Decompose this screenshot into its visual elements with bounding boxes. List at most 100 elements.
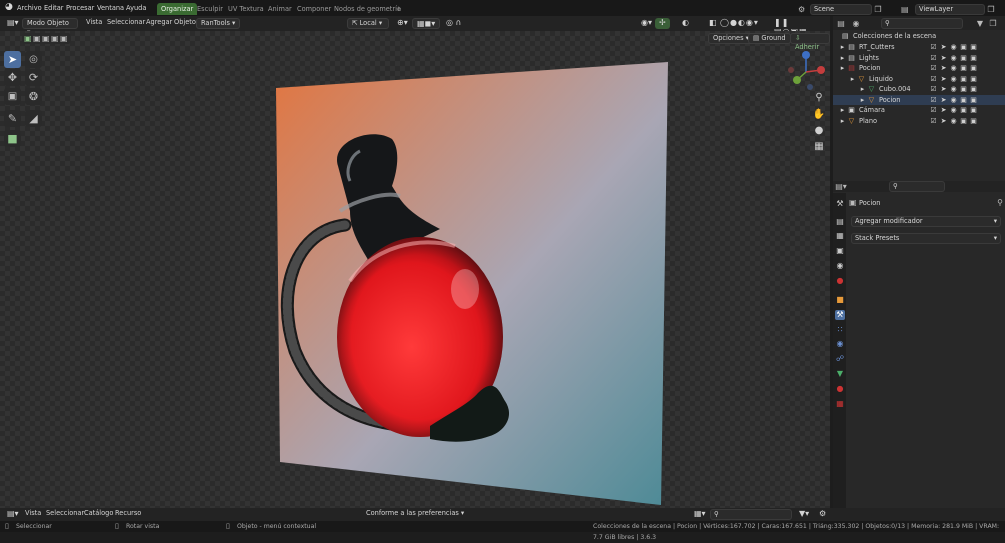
pin-icon[interactable]: ⚲	[997, 198, 1003, 207]
render-engine-icons[interactable]: ❚❚ ▤○▣▦	[770, 18, 830, 36]
transform-icon[interactable]: ❂	[25, 88, 42, 105]
mode-dropdown[interactable]: Modo Objeto ▾	[22, 18, 78, 36]
navigation-gizmo[interactable]	[784, 51, 828, 95]
add-workspace-button[interactable]: +	[392, 3, 406, 15]
view-layer-tab-icon[interactable]: ▣	[835, 246, 845, 256]
annotate-icon[interactable]: ✎	[4, 110, 21, 127]
select-toggle-icon[interactable]: ➤	[940, 74, 947, 84]
perspective-toggle-icon[interactable]: ▦	[812, 140, 826, 154]
rantools-dropdown[interactable]: RanTools ▾	[196, 18, 241, 29]
new-collection-icon[interactable]: ❐	[987, 19, 999, 28]
menu-ventana[interactable]: Ventana	[95, 3, 126, 14]
measure-icon[interactable]: ◢	[25, 110, 42, 127]
render-toggle-icon[interactable]: ▣	[970, 42, 977, 52]
select-intersect-icon[interactable]: ▣	[60, 34, 69, 43]
world-tab-icon[interactable]: ●	[835, 276, 845, 286]
expand-arrow-icon[interactable]: ▸	[849, 74, 856, 84]
select-toggle-icon[interactable]: ➤	[940, 95, 947, 105]
constraints-tab-icon[interactable]: ☍	[835, 354, 845, 364]
output-tab-icon[interactable]: ▦	[835, 231, 845, 241]
tab-esculpir[interactable]: Esculpir	[193, 3, 227, 15]
gizmo-toggle-icon[interactable]: ✢	[655, 18, 670, 29]
add-cube-icon[interactable]: ■	[4, 130, 21, 147]
menu-editar[interactable]: Editar	[42, 3, 66, 14]
eye-icon[interactable]: ◉	[950, 53, 957, 63]
render-toggle-icon[interactable]: ▣	[970, 105, 977, 115]
menu-archivo[interactable]: Archivo	[15, 3, 44, 14]
eye-icon[interactable]: ◉	[950, 95, 957, 105]
blender-logo-icon[interactable]: ◕	[3, 2, 15, 13]
display-toggle-icon[interactable]: ▦▾	[690, 509, 710, 520]
physics-tab-icon[interactable]: ◉	[835, 339, 845, 349]
checkbox-icon[interactable]: ☑	[930, 74, 937, 84]
asset-settings-icon[interactable]: ⚙	[815, 509, 830, 520]
modifier-tab-icon[interactable]: ⚒	[835, 310, 845, 320]
checkbox-icon[interactable]: ☑	[930, 84, 937, 94]
viewport-toggle-icon[interactable]: ▣	[960, 116, 967, 126]
proportional-edit-icon[interactable]: ◎ ∩	[442, 18, 465, 29]
data-tab-icon[interactable]: ▼	[835, 369, 845, 379]
zoom-icon[interactable]: ⚲	[812, 91, 826, 105]
tab-organizar[interactable]: Organizar	[157, 3, 198, 15]
render-toggle-icon[interactable]: ▣	[970, 53, 977, 63]
select-mode-buttons[interactable]: ▣ ▣ ▣ ▣ ▣	[22, 33, 71, 44]
display-mode-icon[interactable]: ◉	[849, 19, 863, 28]
expand-arrow-icon[interactable]: ▸	[839, 63, 846, 73]
particles-tab-icon[interactable]: ∷	[835, 325, 845, 335]
select-box-icon[interactable]: ➤	[4, 51, 21, 68]
tab-uv-textura[interactable]: UV Textura	[224, 3, 268, 15]
3d-viewport[interactable]: ➤ ◎ ✥ ⟳ ▣ ❂ ✎ ◢ ■ ⚲ ✋ ● ▦ ▣ ▣ ▣ ▣ ▣ Opci…	[0, 31, 830, 508]
material-tab-icon[interactable]: ●	[835, 384, 845, 394]
render-toggle-icon[interactable]: ▣	[970, 63, 977, 73]
viewport-toggle-icon[interactable]: ▣	[960, 42, 967, 52]
select-invert-icon[interactable]: ▣	[51, 34, 60, 43]
render-toggle-icon[interactable]: ▣	[970, 95, 977, 105]
checkbox-icon[interactable]: ☑	[930, 42, 937, 52]
outliner-search-input[interactable]: ⚲	[881, 17, 963, 29]
checkbox-icon[interactable]: ☑	[930, 53, 937, 63]
menu-procesar[interactable]: Procesar	[64, 3, 96, 14]
scene-selector[interactable]: ⚙ Scene ❐	[798, 3, 884, 15]
checkbox-icon[interactable]: ☑	[930, 95, 937, 105]
viewport-toggle-icon[interactable]: ▣	[960, 53, 967, 63]
eye-icon[interactable]: ◉	[950, 63, 957, 73]
viewport-toggle-icon[interactable]: ▣	[960, 84, 967, 94]
view-layer-selector[interactable]: ▤ ViewLayer ❐	[901, 3, 997, 15]
shading-mode-icons[interactable]: ◯●◐◉▾	[716, 18, 763, 29]
viewport-toggle-icon[interactable]: ▣	[960, 105, 967, 115]
outliner-row[interactable]: ▸ ▣ Cámara ☑ ➤ ◉ ▣ ▣	[833, 105, 1005, 116]
ground-button[interactable]: ▤ Ground	[748, 33, 791, 44]
expand-arrow-icon[interactable]: ▸	[859, 84, 866, 94]
expand-arrow-icon[interactable]: ▸	[839, 42, 846, 52]
scene-name-field[interactable]: Scene	[810, 3, 872, 15]
menu-ayuda[interactable]: Ayuda	[124, 3, 148, 14]
stack-presets-dropdown[interactable]: Stack Presets ▾	[851, 233, 1001, 244]
camera-view-icon[interactable]: ●	[812, 124, 826, 138]
bottom-menu-recurso[interactable]: Recurso	[111, 509, 145, 520]
viewport-toggle-icon[interactable]: ▣	[960, 95, 967, 105]
outliner-row[interactable]: ▸ ▤ RT_Cutters ☑ ➤ ◉ ▣ ▣	[833, 42, 1005, 53]
eye-icon[interactable]: ◉	[950, 42, 957, 52]
pivot-icon[interactable]: ⊕▾	[393, 18, 412, 29]
select-toggle-icon[interactable]: ➤	[940, 116, 947, 126]
outliner-scene-collection[interactable]: ▤ Colecciones de la escena	[833, 31, 1005, 42]
select-new-icon[interactable]: ▣	[24, 34, 33, 43]
properties-search-input[interactable]: ⚲	[889, 181, 945, 192]
viewport-toggle-icon[interactable]: ▣	[960, 74, 967, 84]
add-modifier-dropdown[interactable]: Agregar modificador ▾	[851, 216, 1001, 227]
copy-scene-icon[interactable]: ❐	[872, 5, 884, 14]
tab-animar[interactable]: Animar	[264, 3, 296, 15]
expand-arrow-icon[interactable]: ▸	[859, 95, 866, 105]
outliner-row[interactable]: ▸ ▽ Pocion ☑ ➤ ◉ ▣ ▣	[833, 94, 1005, 105]
overlay-toggle-icon[interactable]: ◐	[678, 18, 693, 29]
outliner-row[interactable]: ▸ ▽ Plano ☑ ➤ ◉ ▣ ▣	[833, 116, 1005, 127]
object-tab-icon[interactable]: ■	[835, 295, 845, 305]
asset-editor-icon[interactable]: ▤▾	[3, 509, 23, 520]
view-layer-name-field[interactable]: ViewLayer	[915, 3, 985, 15]
tab-componer[interactable]: Componer	[293, 3, 335, 15]
expand-arrow-icon[interactable]: ▸	[839, 53, 846, 63]
outliner-row[interactable]: ▸ ▽ Cubo.004 ☑ ➤ ◉ ▣ ▣	[833, 84, 1005, 95]
render-toggle-icon[interactable]: ▣	[970, 74, 977, 84]
snap-button[interactable]: ⇩ Adherir	[790, 33, 830, 51]
outliner-row[interactable]: ▸ ▤ Pocion ☑ ➤ ◉ ▣ ▣	[833, 63, 1005, 74]
